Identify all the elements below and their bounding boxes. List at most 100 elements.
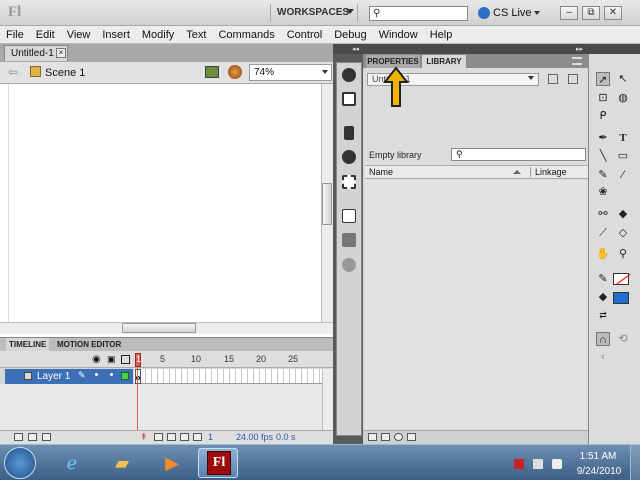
menu-text[interactable]: Text [180, 26, 212, 43]
info-icon[interactable] [342, 150, 356, 164]
zoom-tool-icon[interactable]: ⚲ [616, 247, 630, 261]
clock-time[interactable]: 1:51 AM [578, 451, 618, 462]
new-folder-icon[interactable] [381, 433, 390, 441]
free-transform-tool-icon[interactable]: ⊡ [596, 91, 610, 105]
menu-view[interactable]: View [61, 26, 97, 43]
minimize-button[interactable]: – [560, 6, 578, 20]
edit-scene-icon[interactable] [228, 65, 242, 79]
sort-icon[interactable] [513, 170, 521, 174]
new-folder-icon[interactable] [28, 433, 37, 441]
new-layer-icon[interactable] [14, 433, 23, 441]
media-player-button[interactable]: ▶ [152, 448, 192, 478]
windows-explorer-button[interactable]: ▰ [102, 448, 142, 478]
tab-library[interactable]: LIBRARY [422, 55, 466, 68]
show-desktop-button[interactable] [630, 444, 640, 480]
menu-modify[interactable]: Modify [136, 26, 180, 43]
subselection-tool-icon[interactable]: ↖ [616, 72, 630, 86]
lasso-tool-icon[interactable]: ᑭ [596, 109, 610, 123]
menu-control[interactable]: Control [281, 26, 328, 43]
library-item-list[interactable] [365, 180, 586, 430]
properties-icon[interactable] [394, 433, 403, 441]
network-warning-icon[interactable] [514, 459, 524, 469]
paint-bucket-tool-icon[interactable]: ◆ [616, 207, 630, 221]
outline-icon[interactable] [121, 355, 130, 364]
cs-live-button[interactable]: CS Live [493, 7, 532, 19]
back-arrow-icon[interactable]: ⇦ [8, 65, 18, 79]
restore-button[interactable]: ⧉ [582, 6, 600, 20]
tab-motion-editor[interactable]: MOTION EDITOR [54, 338, 124, 351]
collapse-icon[interactable]: ◂◂ [352, 45, 359, 53]
text-tool-icon[interactable]: T [616, 131, 630, 145]
deco-tool-icon[interactable]: ❀ [596, 185, 610, 199]
clock-date[interactable]: 9/24/2010 [574, 466, 624, 477]
swap-colors-icon[interactable]: ⇄ [596, 308, 610, 322]
eyedropper-tool-icon[interactable]: ⟋ [596, 226, 610, 240]
bone-tool-icon[interactable]: ⚯ [596, 207, 610, 221]
rectangle-tool-icon[interactable]: ▭ [616, 149, 630, 163]
column-name[interactable]: Name [369, 167, 393, 177]
lock-icon[interactable]: ▣ [107, 354, 116, 365]
align-icon[interactable] [344, 126, 354, 140]
edit-multiple-frames-icon[interactable] [180, 433, 189, 441]
selection-tool-icon[interactable]: ➚ [596, 72, 610, 86]
menu-window[interactable]: Window [373, 26, 424, 43]
tab-timeline[interactable]: TIMELINE [6, 338, 50, 351]
close-button[interactable]: ✕ [604, 6, 622, 20]
library-search-input[interactable]: ⚲ [451, 148, 586, 161]
delete-icon[interactable] [407, 433, 416, 441]
fill-color-swatch[interactable] [613, 292, 629, 304]
smooth-icon[interactable]: ⟲ [616, 332, 630, 346]
color-panel-icon[interactable] [342, 68, 356, 82]
scrollbar-thumb[interactable] [322, 183, 332, 225]
panel-menu-icon[interactable] [572, 57, 582, 65]
windows-start-button[interactable] [4, 447, 36, 479]
new-library-panel-icon[interactable] [568, 74, 578, 84]
menu-insert[interactable]: Insert [96, 26, 136, 43]
menu-debug[interactable]: Debug [328, 26, 372, 43]
stroke-color-swatch[interactable] [613, 273, 629, 285]
frame-rate[interactable]: 24.00 fps [236, 432, 273, 442]
edit-symbols-icon[interactable] [205, 66, 219, 78]
code-snippets-icon[interactable] [342, 233, 356, 247]
workspaces-dropdown[interactable]: WORKSPACES [270, 4, 358, 22]
pen-tool-icon[interactable]: ✒ [596, 131, 610, 145]
snap-magnet-icon[interactable]: ∩ [596, 332, 610, 346]
layer-name[interactable]: Layer 1 [37, 371, 70, 382]
internet-explorer-button[interactable]: ℯ [52, 448, 92, 478]
menu-file[interactable]: File [0, 26, 30, 43]
column-linkage[interactable]: Linkage [530, 167, 567, 177]
line-tool-icon[interactable]: ╲ [596, 149, 610, 163]
hand-tool-icon[interactable]: ✋ [596, 247, 610, 261]
help-search-input[interactable]: ⚲ [369, 6, 468, 21]
frame-strip[interactable] [134, 369, 322, 384]
straighten-icon[interactable]: ‹ [596, 350, 610, 364]
eye-icon[interactable]: ◉ [92, 354, 101, 365]
scrollbar-thumb[interactable] [122, 323, 196, 333]
volume-icon[interactable] [552, 459, 562, 469]
menu-commands[interactable]: Commands [212, 26, 280, 43]
pin-library-icon[interactable] [548, 74, 558, 84]
layer-outline-color[interactable] [121, 372, 129, 380]
stage[interactable] [8, 84, 320, 322]
onion-markers-icon[interactable] [193, 433, 202, 441]
display-icon[interactable] [533, 459, 543, 469]
3d-rotation-tool-icon[interactable]: ◍ [616, 91, 630, 105]
lock-dot[interactable] [110, 373, 113, 376]
center-frame-icon[interactable]: ↟ [140, 432, 148, 443]
onion-skin-icon[interactable] [154, 433, 163, 441]
visibility-dot[interactable] [95, 373, 98, 376]
components-icon[interactable] [342, 209, 356, 223]
onion-outline-icon[interactable] [167, 433, 176, 441]
menu-help[interactable]: Help [424, 26, 459, 43]
zoom-select[interactable]: 74% [249, 64, 332, 81]
new-symbol-icon[interactable] [368, 433, 377, 441]
timeline-scrollbar[interactable] [322, 369, 333, 430]
menu-edit[interactable]: Edit [30, 26, 61, 43]
eraser-tool-icon[interactable]: ◇ [616, 226, 630, 240]
swatches-icon[interactable] [342, 92, 356, 106]
transform-icon[interactable] [342, 175, 356, 189]
motion-presets-icon[interactable] [342, 258, 356, 272]
brush-tool-icon[interactable]: ⁄ [616, 168, 630, 182]
pencil-tool-icon[interactable]: ✎ [596, 168, 610, 182]
close-icon[interactable]: × [56, 48, 66, 58]
